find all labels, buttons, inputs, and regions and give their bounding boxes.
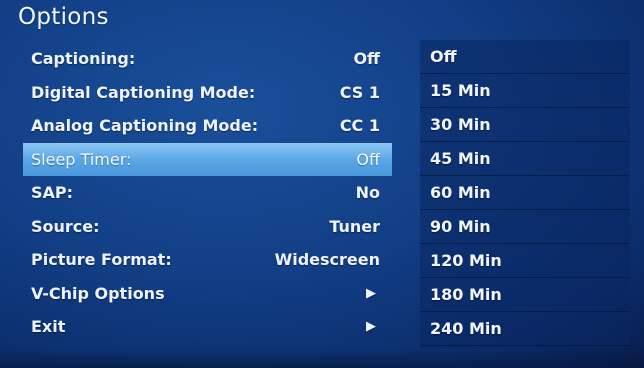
menu-item-sleep-timer[interactable]: Sleep Timer: Off — [23, 142, 392, 176]
sleep-option-15-min[interactable]: 15 Min — [420, 74, 630, 108]
arrow-right-icon: ▶ — [366, 285, 376, 301]
menu-item-analog-captioning-mode[interactable]: Analog Captioning Mode: CC 1 — [23, 109, 392, 143]
menu-item-value: Off — [356, 149, 380, 169]
sleep-timer-options: Off 15 Min 30 Min 45 Min 60 Min 90 Min 1… — [420, 40, 630, 348]
menu-item-label: Exit — [31, 317, 66, 337]
menu-item-exit[interactable]: Exit ▶ — [23, 310, 392, 344]
sleep-option-120-min[interactable]: 120 Min — [420, 244, 630, 278]
tv-options-screen: Options Captioning: Off Digital Captioni… — [0, 0, 644, 368]
sleep-option-45-min[interactable]: 45 Min — [420, 142, 630, 176]
sleep-option-240-min[interactable]: 240 Min — [420, 312, 630, 346]
menu-item-value: No — [355, 183, 380, 203]
options-menu: Captioning: Off Digital Captioning Mode:… — [23, 42, 392, 344]
menu-item-value: CC 1 — [339, 116, 380, 136]
menu-item-label: Sleep Timer: — [31, 149, 132, 169]
menu-item-label: SAP: — [31, 183, 74, 203]
sleep-option-off[interactable]: Off — [420, 40, 630, 74]
menu-item-label: Source: — [31, 216, 100, 236]
menu-item-label: V-Chip Options — [31, 283, 165, 303]
menu-item-label: Digital Captioning Mode: — [31, 82, 256, 102]
menu-title: Options — [18, 4, 109, 30]
menu-item-label: Analog Captioning Mode: — [31, 116, 259, 136]
menu-item-value: Tuner — [329, 216, 380, 236]
menu-item-sap[interactable]: SAP: No — [23, 176, 392, 210]
menu-item-source[interactable]: Source: Tuner — [23, 210, 392, 244]
menu-item-picture-format[interactable]: Picture Format: Widescreen — [23, 243, 392, 277]
sleep-option-180-min[interactable]: 180 Min — [420, 278, 630, 312]
menu-item-label: Captioning: — [31, 49, 136, 69]
menu-item-value: Off — [353, 49, 380, 69]
arrow-right-icon: ▶ — [366, 319, 376, 335]
bottom-shade — [0, 348, 644, 368]
menu-item-value: CS 1 — [339, 82, 380, 102]
sleep-option-30-min[interactable]: 30 Min — [420, 108, 630, 142]
sleep-option-60-min[interactable]: 60 Min — [420, 176, 630, 210]
menu-item-value: Widescreen — [274, 250, 380, 270]
menu-item-digital-captioning-mode[interactable]: Digital Captioning Mode: CS 1 — [23, 76, 392, 110]
menu-item-v-chip-options[interactable]: V-Chip Options ▶ — [23, 277, 392, 311]
menu-item-captioning[interactable]: Captioning: Off — [23, 42, 392, 76]
menu-item-label: Picture Format: — [31, 250, 172, 270]
sleep-option-90-min[interactable]: 90 Min — [420, 210, 630, 244]
